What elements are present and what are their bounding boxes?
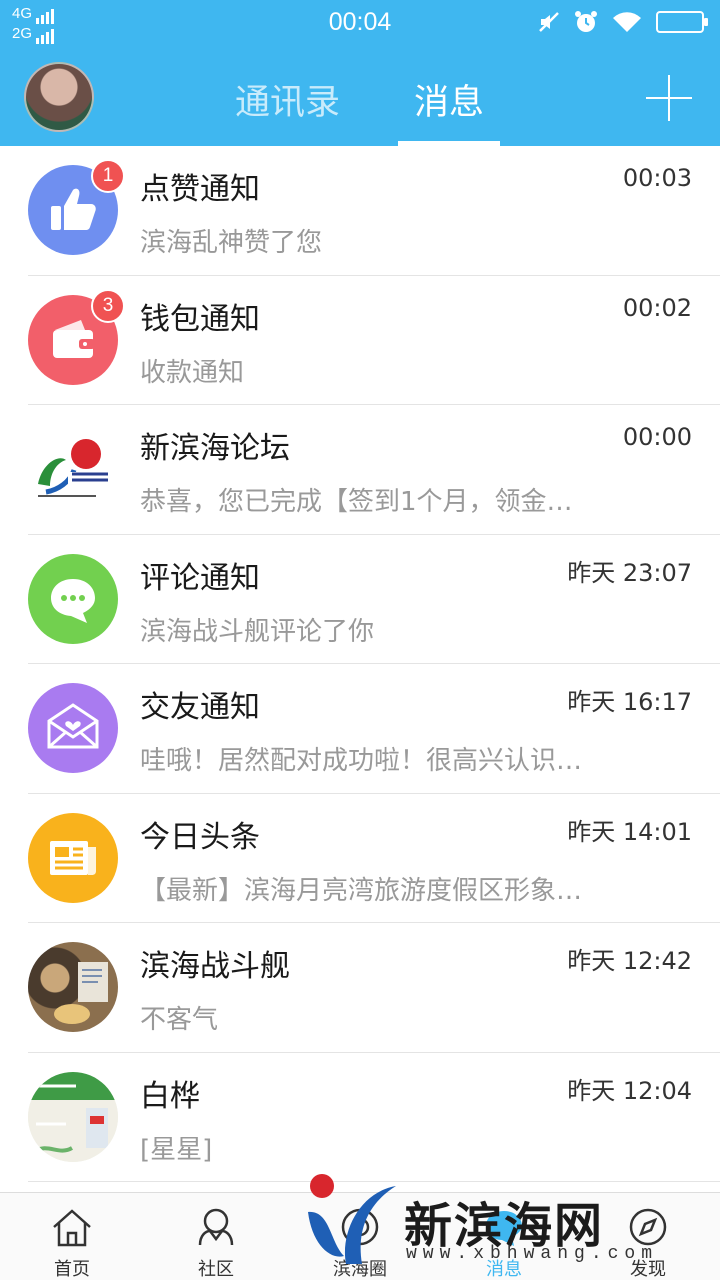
unread-badge: 1 [91, 159, 125, 193]
message-preview: 滨海战斗舰评论了你 [140, 616, 375, 647]
message-title: 钱包通知 [140, 301, 260, 337]
nav-messages-label: 消息 [486, 1259, 522, 1280]
nav-circle-label: 滨海圈 [333, 1259, 387, 1280]
message-icon [486, 1211, 522, 1246]
avatar[interactable] [24, 62, 94, 132]
nav-home[interactable]: 首页 [0, 1193, 144, 1280]
message-preview: [星星] [140, 1134, 213, 1165]
top-bar: 4G 2G 00:04 通讯录 消息 [0, 0, 720, 146]
list-item[interactable]: 1 点赞通知 00:03 滨海乱神赞了您 [0, 146, 720, 276]
home-icon [53, 1209, 91, 1247]
user-photo [28, 942, 118, 1032]
wifi-icon [613, 12, 641, 33]
message-preview: 哇哦！居然配对成功啦！很高兴认识… [140, 746, 583, 776]
nav-discover-label: 发现 [630, 1259, 666, 1280]
message-time: 昨天 16:17 [567, 688, 692, 716]
nav-circle[interactable]: 滨海圈 [288, 1193, 432, 1280]
message-time: 昨天 12:42 [567, 947, 692, 975]
community-icon [198, 1208, 234, 1246]
mute-icon [539, 12, 559, 32]
message-title: 今日头条 [140, 819, 260, 855]
message-title: 滨海战斗舰 [140, 949, 290, 984]
message-preview: 滨海乱神赞了您 [140, 228, 323, 258]
list-item[interactable]: 新滨海论坛 00:00 恭喜，您已完成【签到1个月，领金… [0, 405, 720, 535]
newspaper-icon [28, 812, 118, 903]
list-item[interactable]: 评论通知 昨天 23:07 滨海战斗舰评论了你 [0, 535, 720, 665]
status-icons [538, 10, 708, 34]
message-time: 00:00 [622, 423, 692, 451]
circle-icon [341, 1208, 379, 1246]
message-time: 00:02 [622, 293, 692, 322]
message-time: 昨天 14:01 [567, 817, 692, 846]
unread-badge: 3 [91, 288, 125, 323]
nav-discover[interactable]: 发现 [576, 1193, 720, 1280]
message-title: 评论通知 [140, 560, 260, 596]
message-preview: 【最新】滨海月亮湾旅游度假区形象… [140, 875, 583, 906]
envelope-heart-icon [28, 683, 118, 773]
message-time: 昨天 23:07 [567, 558, 692, 587]
message-preview: 恭喜，您已完成【签到1个月，领金… [140, 487, 573, 517]
list-item[interactable]: 交友通知 昨天 16:17 哇哦！居然配对成功啦！很高兴认识… [0, 664, 720, 794]
tab-contacts[interactable]: 通讯录 [235, 74, 340, 125]
nav-home-label: 首页 [54, 1259, 90, 1280]
bottom-nav: 首页 社区 滨海圈 消息 发现 [0, 1192, 720, 1280]
message-preview: 不客气 [140, 1005, 219, 1035]
message-preview: 收款通知 [140, 357, 245, 388]
message-title: 白桦 [140, 1078, 200, 1114]
nav-community[interactable]: 社区 [144, 1193, 288, 1280]
message-list: 1 点赞通知 00:03 滨海乱神赞了您 3 钱包通知 00:02 收款通知 新… [0, 146, 720, 1182]
list-item[interactable]: 滨海战斗舰 昨天 12:42 不客气 [0, 923, 720, 1053]
list-item[interactable]: 白桦 昨天 12:04 [星星] [0, 1053, 720, 1183]
message-time: 昨天 12:04 [567, 1076, 692, 1105]
plus-icon[interactable] [646, 75, 692, 121]
battery-icon [656, 11, 708, 33]
discover-icon [629, 1208, 667, 1246]
user-photo [28, 1071, 118, 1162]
tab-messages[interactable]: 消息 [414, 74, 484, 125]
message-time: 00:03 [622, 164, 692, 192]
status-bar: 4G 2G 00:04 [0, 0, 720, 50]
message-title: 交友通知 [140, 690, 260, 725]
message-title: 新滨海论坛 [140, 431, 290, 466]
nav-messages[interactable]: 消息 [432, 1193, 576, 1280]
list-item[interactable]: 今日头条 昨天 14:01 【最新】滨海月亮湾旅游度假区形象… [0, 794, 720, 924]
chat-bubble-icon [28, 553, 118, 644]
message-title: 点赞通知 [140, 172, 260, 207]
xbh-logo [28, 424, 118, 514]
list-item[interactable]: 3 钱包通知 00:02 收款通知 [0, 276, 720, 406]
nav-community-label: 社区 [198, 1259, 234, 1280]
alarm-icon [575, 11, 597, 32]
header: 通讯录 消息 [0, 50, 720, 146]
